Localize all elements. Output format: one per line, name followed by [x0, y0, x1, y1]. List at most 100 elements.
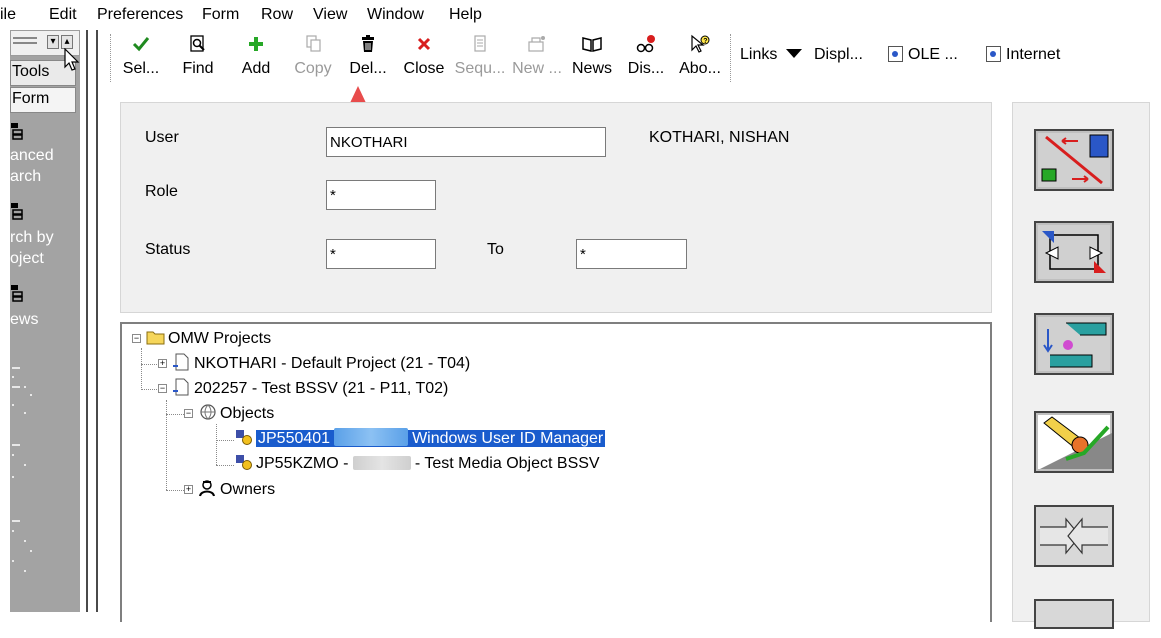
- tree-diagram-icon[interactable]: [10, 122, 26, 140]
- pane-splitter[interactable]: [84, 30, 100, 612]
- promote-button[interactable]: [1034, 313, 1114, 375]
- tree-node-object-jp55kzmo[interactable]: JP55KZMO - - Test Media Object BSSV: [234, 452, 600, 476]
- scroll-down-icon[interactable]: ▾: [47, 35, 59, 49]
- sequence-button-label: Sequ...: [454, 60, 506, 77]
- scroll-up-icon[interactable]: ▴: [61, 35, 73, 49]
- splitter-line: [86, 30, 88, 612]
- selected-object-label: JP550401 Windows User ID Manager: [256, 428, 606, 447]
- menu-file[interactable]: ile: [0, 6, 16, 24]
- collapse-toggle[interactable]: −: [132, 334, 141, 343]
- tree-diagram-icon[interactable]: [10, 202, 26, 220]
- links-label: Links: [740, 46, 778, 63]
- tree-connector: [141, 389, 159, 390]
- tree-node-object-jp550401[interactable]: JP550401 Windows User ID Manager: [234, 427, 606, 451]
- status-label: Status: [145, 241, 191, 258]
- new-button-label: New ...: [512, 60, 562, 77]
- status-to-input[interactable]: [576, 239, 687, 269]
- role-input[interactable]: [326, 180, 436, 210]
- tree-node-objects[interactable]: Objects: [198, 402, 274, 426]
- about-icon: ?: [678, 34, 722, 58]
- book-icon: [568, 34, 616, 58]
- sidebar-tab-form[interactable]: Form: [10, 87, 76, 113]
- find-button-label: Find: [182, 60, 214, 77]
- project-document-icon: [172, 378, 190, 396]
- checkmark-icon: [122, 34, 160, 58]
- tree-connector: [141, 348, 142, 390]
- folder-icon: [146, 328, 165, 346]
- tree-node-project-test-bssv[interactable]: 202257 - Test BSSV (21 - P11, T02): [172, 377, 448, 401]
- display-link[interactable]: Displ...: [814, 46, 863, 64]
- tree-node-omw-projects[interactable]: OMW Projects: [146, 327, 271, 351]
- close-button[interactable]: Close: [400, 34, 448, 84]
- select-button[interactable]: Sel...: [122, 34, 160, 84]
- promote-icon: [1038, 317, 1110, 371]
- menu-form[interactable]: Form: [202, 6, 239, 24]
- handoff-button[interactable]: [1034, 221, 1114, 283]
- sidebar-decoration: [12, 454, 14, 456]
- collapse-toggle[interactable]: −: [184, 409, 193, 418]
- new-button[interactable]: New ...: [508, 34, 566, 84]
- about-button[interactable]: ? Abo...: [678, 34, 722, 84]
- mouse-cursor-icon: [64, 48, 80, 71]
- transfer-button[interactable]: [1034, 129, 1114, 191]
- advance-status-button[interactable]: [1034, 411, 1114, 473]
- transfer-icon: [1038, 133, 1110, 187]
- delete-button[interactable]: Del...: [346, 34, 390, 84]
- sidebar-item-views[interactable]: ews: [10, 309, 38, 330]
- delete-button-label: Del...: [349, 60, 387, 77]
- sidebar-decoration: [12, 386, 20, 388]
- menu-help[interactable]: Help: [449, 6, 482, 24]
- exit-button-partial[interactable]: [1034, 599, 1114, 629]
- user-input[interactable]: [326, 127, 606, 157]
- project-tree: − OMW Projects + NKOTHARI - Default Proj…: [120, 322, 992, 622]
- exit-buttons-panel: [1012, 102, 1150, 629]
- status-from-input[interactable]: [326, 239, 436, 269]
- merge-button[interactable]: [1034, 505, 1114, 567]
- menu-edit[interactable]: Edit: [49, 6, 77, 24]
- find-button[interactable]: Find: [178, 34, 218, 84]
- sidebar-item-advanced-search[interactable]: anced arch: [10, 145, 54, 187]
- user-label: User: [145, 129, 179, 146]
- document-icon: [888, 46, 903, 62]
- redacted-text: [352, 456, 411, 470]
- triangle-down-icon: [785, 49, 802, 58]
- tree-connector: [141, 364, 159, 365]
- menu-window[interactable]: Window: [367, 6, 424, 24]
- news-button-label: News: [571, 60, 612, 77]
- tree-node-label: 202257 - Test BSSV (21 - P11, T02): [194, 380, 449, 397]
- tree-diagram-icon[interactable]: [10, 284, 26, 302]
- role-label: Role: [145, 183, 178, 200]
- sidebar-decoration: [12, 376, 14, 378]
- news-button[interactable]: News: [568, 34, 616, 84]
- internet-link[interactable]: Internet: [986, 46, 1060, 64]
- plus-icon: [236, 34, 276, 58]
- add-button[interactable]: Add: [236, 34, 276, 84]
- toolbar-separator: [110, 34, 111, 82]
- query-form-panel: User KOTHARI, NISHAN Role Status To: [120, 102, 992, 313]
- collapse-toggle[interactable]: −: [158, 384, 167, 393]
- sequence-button[interactable]: Sequ...: [452, 34, 508, 84]
- links-menu[interactable]: Links: [740, 46, 802, 64]
- tree-node-project-default[interactable]: NKOTHARI - Default Project (21 - T04): [172, 352, 470, 376]
- sidebar-decoration: [12, 560, 14, 562]
- sidebar-decoration: [30, 394, 32, 396]
- internet-link-label: Internet: [1006, 46, 1061, 63]
- tree-connector: [216, 465, 234, 466]
- copy-button[interactable]: Copy: [290, 34, 336, 84]
- expand-toggle[interactable]: +: [184, 485, 193, 494]
- tree-connector: [166, 490, 184, 491]
- sidebar-decoration: [12, 404, 14, 406]
- document-icon: [986, 46, 1001, 62]
- tree-node-owners[interactable]: Owners: [198, 478, 275, 502]
- menu-view[interactable]: View: [313, 6, 347, 24]
- tree-node-label: Owners: [220, 481, 276, 498]
- display-button[interactable]: Dis...: [624, 34, 668, 84]
- display-button-label: Dis...: [627, 60, 665, 77]
- toolbar: Sel... Find Add Copy Del... Close Sequ..…: [108, 30, 1161, 88]
- ole-link[interactable]: OLE ...: [888, 46, 958, 64]
- menu-preferences[interactable]: Preferences: [97, 6, 183, 24]
- sidebar-decoration: [24, 540, 26, 542]
- menu-row[interactable]: Row: [261, 6, 293, 24]
- expand-toggle[interactable]: +: [158, 359, 167, 368]
- sidebar-item-search-by-object[interactable]: rch by oject: [10, 227, 54, 269]
